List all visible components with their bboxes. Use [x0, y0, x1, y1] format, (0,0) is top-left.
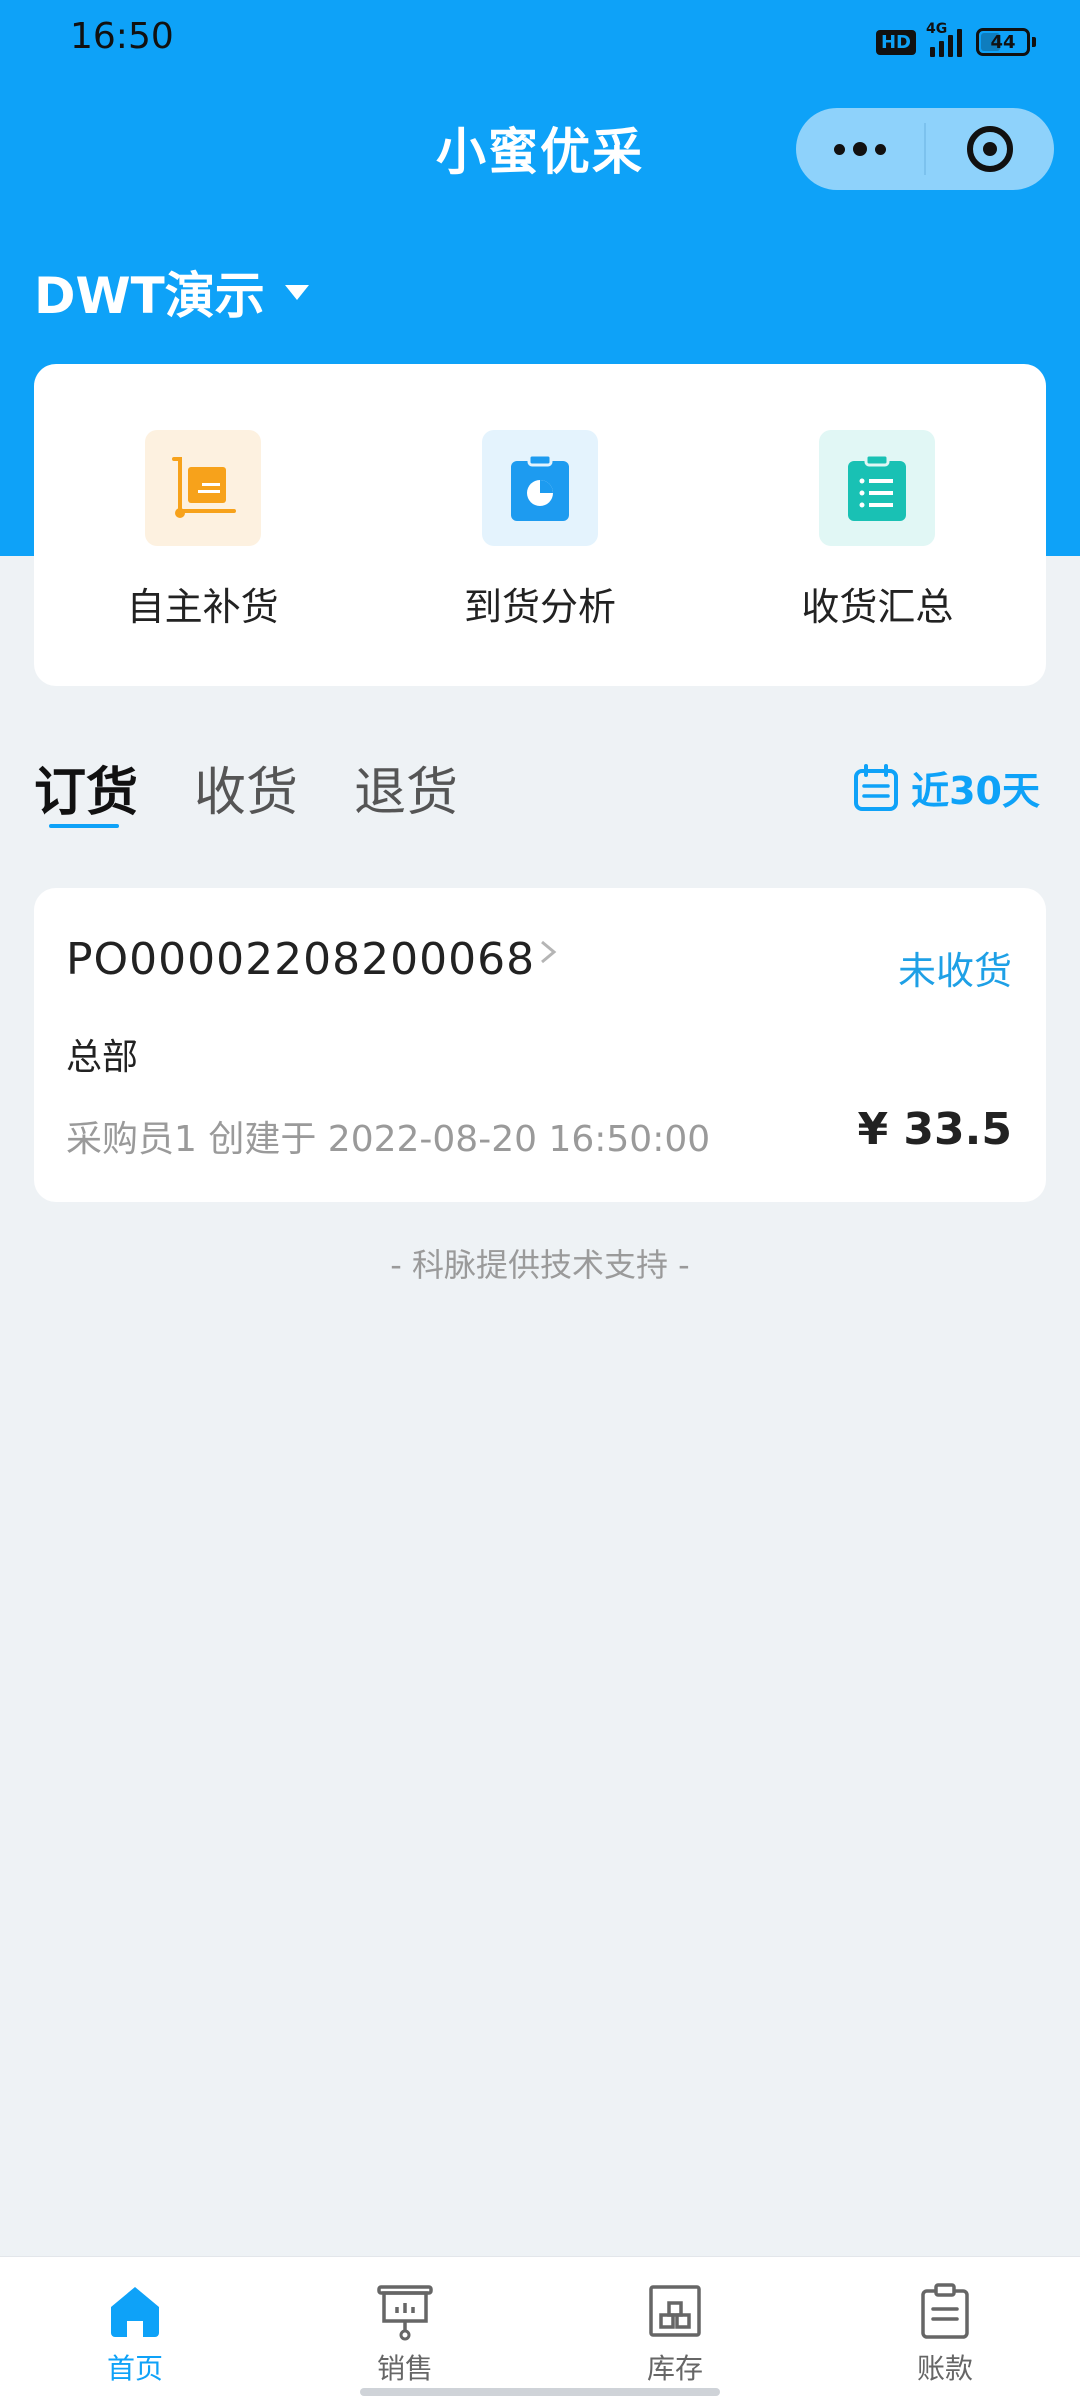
order-amount: ¥ 33.5	[857, 1104, 1013, 1155]
tabbar-inventory[interactable]: 库存	[540, 2257, 810, 2401]
presentation-board-icon	[377, 2285, 433, 2341]
tabbar-label: 账款	[916, 2352, 973, 2385]
clipboard-list-icon	[848, 453, 907, 521]
target-icon	[967, 126, 1013, 172]
calendar-icon	[854, 763, 899, 811]
store-name: DWT演示	[34, 267, 265, 325]
tab-receive[interactable]: 收货	[194, 750, 298, 825]
warehouse-icon	[649, 2285, 701, 2337]
dot-icon	[834, 143, 845, 155]
order-status: 未收货	[897, 949, 1012, 993]
cart-icon	[171, 457, 236, 518]
status-bar: 16:50 HD 4G 44	[0, 0, 1080, 80]
tab-order[interactable]: 订货	[34, 750, 138, 828]
tabbar-label: 销售	[376, 2352, 433, 2385]
caret-down-icon	[284, 284, 309, 300]
quick-action-icon-box	[144, 430, 261, 546]
quick-action-label: 收货汇总	[801, 585, 954, 629]
pie-chart-icon	[510, 453, 569, 521]
order-meta: 采购员1 创建于 2022-08-20 16:50:00	[66, 1119, 711, 1160]
status-time: 16:50	[70, 16, 174, 57]
more-button[interactable]	[796, 108, 924, 190]
dot-icon	[875, 143, 886, 155]
close-miniprogram-button[interactable]	[926, 126, 1054, 172]
quick-actions-card: 自主补货 到货分析 收货汇总	[34, 364, 1046, 686]
tabbar-label: 首页	[106, 2352, 163, 2385]
battery-icon: 44	[976, 28, 1036, 56]
order-organization: 总部	[66, 1037, 139, 1078]
quick-action-label: 自主补货	[126, 585, 279, 629]
quick-action-icon-box	[819, 430, 936, 546]
order-number: PO00002208200068	[66, 934, 536, 985]
date-range-label: 近30天	[911, 769, 1040, 813]
order-type-tabs: 订货 收货 退货	[34, 750, 458, 828]
tabbar-sales[interactable]: 销售	[270, 2257, 540, 2401]
miniprogram-capsule	[796, 108, 1054, 190]
status-icons: HD 4G 44	[875, 21, 1036, 62]
tech-support-note: - 科脉提供技术支持 -	[390, 1246, 690, 1284]
quick-action-icon-box	[481, 430, 598, 546]
home-icon	[111, 2287, 159, 2337]
tab-return[interactable]: 退货	[354, 750, 458, 825]
clipboard-icon	[921, 2283, 969, 2339]
bottom-tab-bar: 首页 销售 库存 账款	[0, 2256, 1080, 2401]
quick-action-label: 到货分析	[463, 585, 616, 629]
tabbar-home[interactable]: 首页	[0, 2257, 270, 2401]
quick-action-arrival-analysis[interactable]: 到货分析	[371, 364, 708, 686]
quick-action-restock[interactable]: 自主补货	[34, 364, 371, 686]
network-type: 4G	[926, 21, 948, 37]
hd-icon: HD	[875, 29, 916, 55]
date-range-filter[interactable]: 近30天	[853, 760, 1040, 815]
tabbar-label: 库存	[646, 2352, 703, 2385]
chevron-right-icon	[541, 940, 557, 964]
order-card[interactable]: PO00002208200068 未收货 总部 采购员1 创建于 2022-08…	[34, 888, 1046, 1202]
tabbar-accounts[interactable]: 账款	[810, 2257, 1080, 2401]
store-selector[interactable]: DWT演示	[34, 256, 309, 328]
quick-action-receiving-summary[interactable]: 收货汇总	[709, 364, 1046, 686]
dot-icon	[853, 142, 867, 156]
signal-icon: 4G	[926, 21, 962, 57]
battery-level: 44	[990, 31, 1016, 53]
home-indicator	[360, 2388, 720, 2396]
